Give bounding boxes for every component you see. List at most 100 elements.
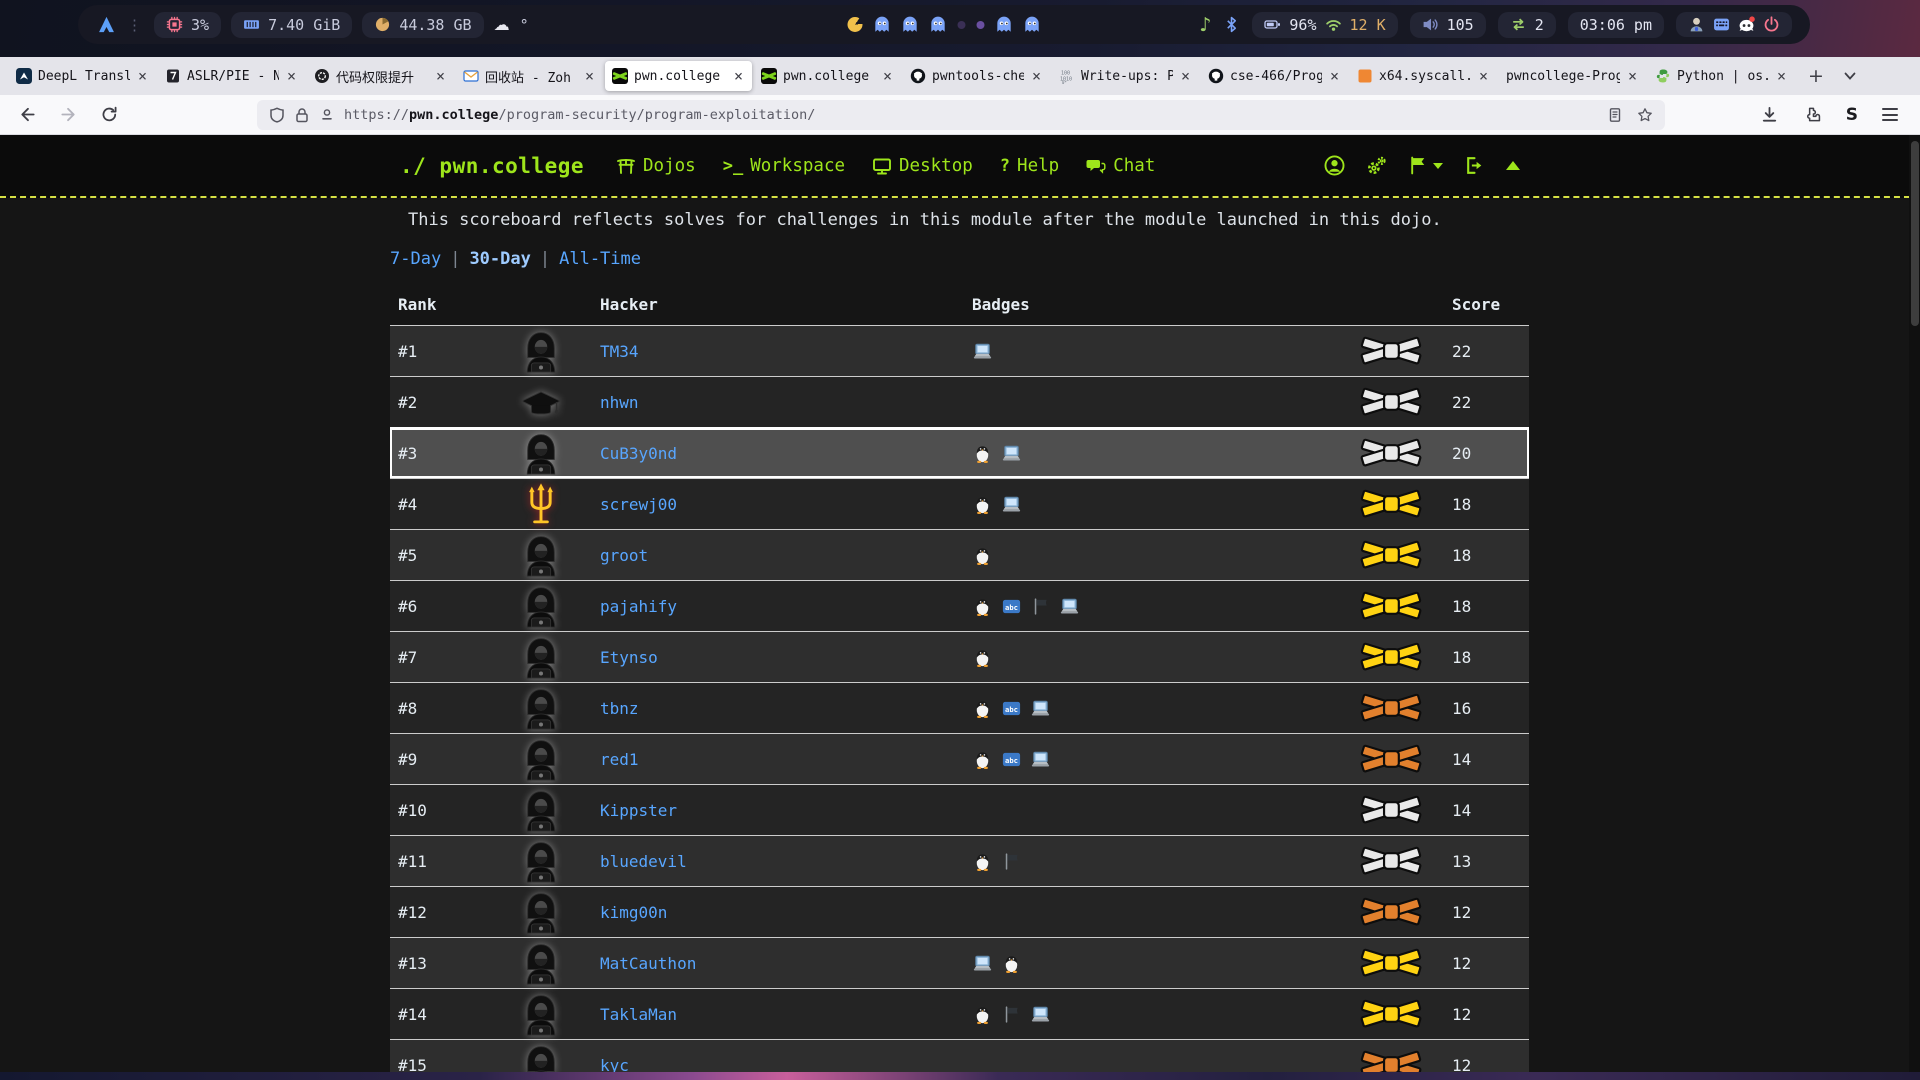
workspace-indicator[interactable] bbox=[848, 5, 1041, 44]
hacker-link[interactable]: red1 bbox=[600, 750, 639, 769]
period-7day[interactable]: 7-Day bbox=[390, 249, 441, 269]
browser-tab[interactable]: 代码权限提升 × bbox=[307, 61, 454, 91]
hacker-link[interactable]: tbnz bbox=[600, 699, 639, 718]
battery-network-widget[interactable]: 96% 12 K bbox=[1252, 12, 1397, 38]
singlefile-extension-icon[interactable]: S bbox=[1846, 105, 1858, 125]
tab-close-icon[interactable]: × bbox=[583, 67, 596, 85]
hacker-link[interactable]: Kippster bbox=[600, 801, 677, 820]
browser-tab[interactable]: ASLR/PIE - N × bbox=[158, 61, 305, 91]
tab-close-icon[interactable]: × bbox=[136, 67, 149, 85]
bluetooth-icon[interactable] bbox=[1223, 16, 1240, 33]
hacker-link[interactable]: MatCauthon bbox=[600, 954, 696, 973]
volume-level: 105 bbox=[1447, 16, 1474, 34]
updates-widget[interactable]: 2 bbox=[1498, 12, 1556, 38]
browser-tab[interactable]: pwntools-che × bbox=[903, 61, 1050, 91]
avatar-cell bbox=[482, 533, 600, 577]
nav-item-workspace[interactable]: >_ Workspace bbox=[723, 156, 845, 176]
hacker-link[interactable]: pajahify bbox=[600, 597, 677, 616]
tab-close-icon[interactable]: × bbox=[1477, 67, 1490, 85]
tab-close-icon[interactable]: × bbox=[881, 67, 894, 85]
tracking-shield-icon[interactable] bbox=[269, 107, 285, 123]
nav-item-help[interactable]: ? Help bbox=[1000, 156, 1059, 176]
hacker-link[interactable]: kyc bbox=[600, 1056, 629, 1073]
avatar bbox=[519, 788, 563, 832]
period-30day[interactable]: 30-Day bbox=[469, 249, 530, 269]
settings-gears-icon[interactable] bbox=[1366, 155, 1387, 176]
hacker-link[interactable]: screwj00 bbox=[600, 495, 677, 514]
period-alltime[interactable]: All-Time bbox=[559, 249, 641, 269]
reader-mode-icon[interactable] bbox=[1607, 107, 1623, 123]
browser-tab[interactable]: pwn.college × bbox=[605, 61, 752, 91]
user-icon[interactable] bbox=[1324, 155, 1345, 176]
browser-tab[interactable]: DeepL Transl × bbox=[9, 61, 156, 91]
tab-label: 代码权限提升 bbox=[336, 67, 428, 86]
score-value: 18 bbox=[1452, 495, 1471, 514]
browser-tab[interactable]: x64.syscall. × bbox=[1350, 61, 1497, 91]
avatar-cell bbox=[482, 380, 600, 424]
weather-cloud-icon[interactable]: ☁ bbox=[494, 15, 510, 34]
bookmark-star-icon[interactable] bbox=[1637, 107, 1653, 123]
discord-icon[interactable] bbox=[1738, 16, 1755, 33]
page-scrollbar[interactable] bbox=[1909, 135, 1920, 1072]
volume-widget[interactable]: 105 bbox=[1410, 12, 1486, 38]
tab-close-icon[interactable]: × bbox=[285, 67, 298, 85]
hacker-link[interactable]: nhwn bbox=[600, 393, 639, 412]
score-cell: 16 bbox=[1340, 688, 1529, 728]
browser-tab[interactable]: pwn.college × bbox=[754, 61, 901, 91]
chevron-down-icon bbox=[1433, 163, 1443, 169]
list-tabs-chevron-icon[interactable] bbox=[1842, 68, 1858, 84]
tab-close-icon[interactable]: × bbox=[1626, 67, 1639, 85]
forward-button[interactable] bbox=[59, 105, 78, 124]
sign-out-icon[interactable] bbox=[1464, 155, 1485, 176]
tab-close-icon[interactable]: × bbox=[434, 67, 447, 85]
power-icon[interactable] bbox=[1763, 16, 1780, 33]
scrollbar-thumb[interactable] bbox=[1911, 141, 1919, 326]
tab-close-icon[interactable]: × bbox=[1179, 67, 1192, 85]
disk-widget[interactable]: 44.38 GB bbox=[362, 12, 483, 38]
menu-dots-icon[interactable]: ⋮ bbox=[127, 16, 142, 34]
hacker-link[interactable]: kimg00n bbox=[600, 903, 667, 922]
cpu-widget[interactable]: 3% bbox=[154, 12, 221, 38]
hacker-link[interactable]: Etynso bbox=[600, 648, 658, 667]
tab-close-icon[interactable]: × bbox=[1775, 67, 1788, 85]
collapse-header-icon[interactable] bbox=[1506, 161, 1520, 170]
new-tab-button[interactable]: + bbox=[1796, 65, 1836, 87]
browser-tab[interactable]: pwncollege-Prog × bbox=[1499, 61, 1646, 91]
url-bar[interactable]: https://pwn.college/program-security/pro… bbox=[257, 100, 1665, 130]
memory-widget[interactable]: 7.40 GiB bbox=[231, 12, 352, 38]
clock-widget[interactable]: 03:06 pm bbox=[1568, 12, 1664, 38]
tab-close-icon[interactable]: × bbox=[732, 67, 745, 85]
leaderboard-row: #10 Kippster 14 bbox=[390, 784, 1529, 835]
keyboard-icon[interactable] bbox=[1713, 16, 1730, 33]
hacker-link[interactable]: TM34 bbox=[600, 342, 639, 361]
site-brand[interactable]: ./ pwn.college bbox=[400, 154, 584, 178]
reload-button[interactable] bbox=[100, 105, 119, 124]
tab-close-icon[interactable]: × bbox=[1328, 67, 1341, 85]
hacker-link[interactable]: bluedevil bbox=[600, 852, 687, 871]
extensions-puzzle-icon[interactable] bbox=[1803, 105, 1822, 124]
nav-item-chat[interactable]: Chat bbox=[1086, 156, 1155, 176]
hacker-link[interactable]: CuB3y0nd bbox=[600, 444, 677, 463]
downloads-icon[interactable] bbox=[1760, 105, 1779, 124]
browser-tab[interactable]: cse-466/Prog × bbox=[1201, 61, 1348, 91]
flag-dropdown[interactable] bbox=[1408, 155, 1443, 176]
hacker-link[interactable]: groot bbox=[600, 546, 648, 565]
menu-hamburger-icon[interactable] bbox=[1882, 108, 1898, 121]
hacker-cell: MatCauthon bbox=[600, 954, 972, 973]
browser-tab[interactable]: Write-ups: P × bbox=[1052, 61, 1199, 91]
back-button[interactable] bbox=[18, 105, 37, 124]
page-content: ./ pwn.college Dojos >_ Workspace Deskto… bbox=[0, 135, 1920, 1072]
avatar-cell bbox=[482, 329, 600, 373]
url-text[interactable]: https://pwn.college/program-security/pro… bbox=[344, 107, 815, 123]
music-icon[interactable]: ♪ bbox=[1199, 14, 1211, 36]
nav-item-desktop[interactable]: Desktop bbox=[872, 156, 973, 176]
browser-tab[interactable]: Python | os. × bbox=[1648, 61, 1795, 91]
lock-icon[interactable] bbox=[294, 107, 310, 123]
browser-tab[interactable]: 回收站 - Zoh × bbox=[456, 61, 603, 91]
permissions-icon[interactable] bbox=[319, 107, 335, 123]
user-tray-icon[interactable] bbox=[1688, 16, 1705, 33]
tab-close-icon[interactable]: × bbox=[1030, 67, 1043, 85]
nav-item-dojos[interactable]: Dojos bbox=[616, 156, 696, 176]
arch-linux-icon[interactable] bbox=[98, 16, 115, 33]
hacker-link[interactable]: TaklaMan bbox=[600, 1005, 677, 1024]
